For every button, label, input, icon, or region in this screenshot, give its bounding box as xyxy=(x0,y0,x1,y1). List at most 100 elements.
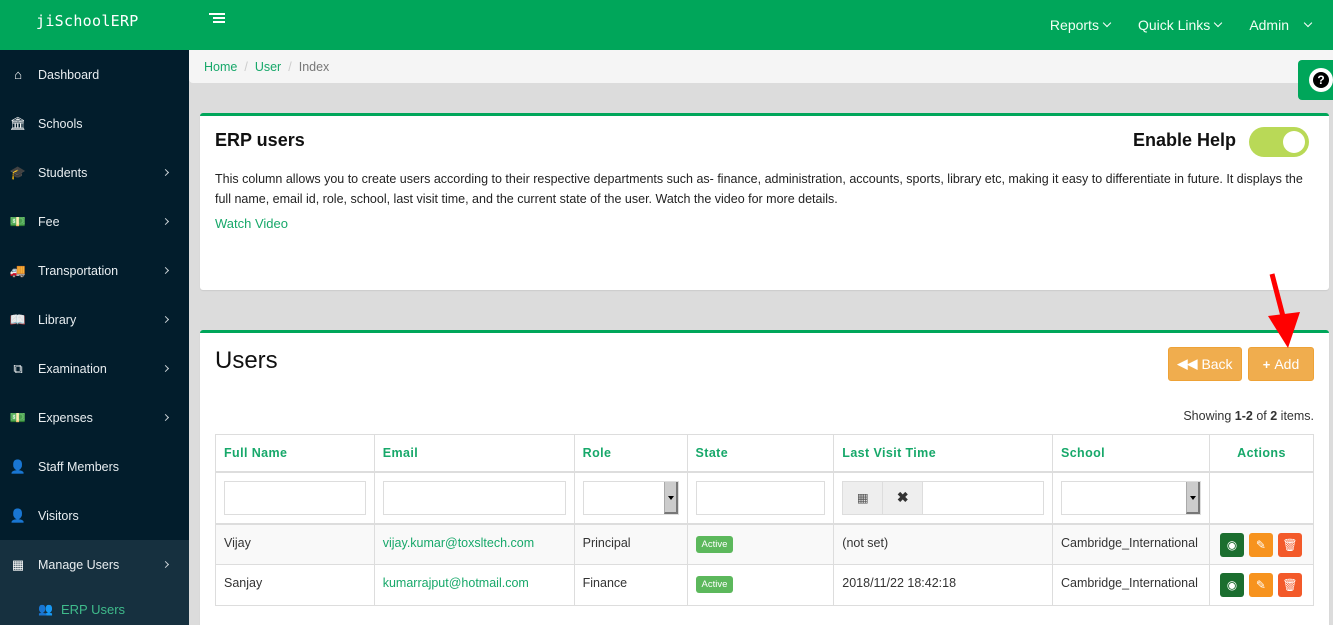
bank-icon: 🏛 xyxy=(9,115,27,131)
col-header-state[interactable]: State xyxy=(686,434,835,473)
cell-last-visit: 2018/11/22 18:42:18 xyxy=(833,564,1053,606)
sidebar-subitem-erp-users[interactable]: 👥 ERP Users xyxy=(0,589,189,625)
user-icon: 👤 xyxy=(9,458,27,474)
filter-state-input[interactable] xyxy=(695,480,826,515)
question-circle-icon: ? xyxy=(1313,72,1329,88)
view-button[interactable]: ◉ xyxy=(1219,532,1244,557)
th-large-icon: ▦ xyxy=(11,556,25,572)
filter-role-select[interactable] xyxy=(582,480,679,515)
delete-button[interactable]: 🗑 xyxy=(1277,532,1302,557)
sidebar-item-label: Dashboard xyxy=(38,67,100,82)
nav-admin-dropdown[interactable]: Admin xyxy=(1235,5,1333,45)
back-button[interactable]: ◀◀ Back xyxy=(1168,347,1242,381)
watch-video-link[interactable]: Watch Video xyxy=(215,216,288,231)
sidebar-item-students[interactable]: 🎓 Students xyxy=(0,148,189,197)
book-icon: 📖 xyxy=(9,311,27,327)
eye-icon: ◉ xyxy=(1226,578,1238,592)
help-description: This column allows you to create users a… xyxy=(215,172,1303,206)
help-panel-title: ERP users xyxy=(215,130,305,150)
cell-actions: ◉ ✎ 🗑 xyxy=(1208,523,1315,565)
filter-last-visit-input[interactable] xyxy=(923,481,1043,514)
help-button[interactable]: ? xyxy=(1298,60,1333,100)
col-header-role[interactable]: Role xyxy=(573,434,688,473)
nav-quick-links-dropdown[interactable]: Quick Links xyxy=(1124,5,1235,45)
app-logo[interactable]: jiSchoolERP xyxy=(36,12,139,30)
sidebar-item-label: Visitors xyxy=(38,508,79,523)
breadcrumb-home[interactable]: Home xyxy=(204,60,237,74)
add-button-label: Add xyxy=(1274,356,1300,372)
chevron-down-icon xyxy=(663,481,678,514)
cell-email-link[interactable]: kumarrajput@hotmail.com xyxy=(373,564,575,606)
filter-last-visit-date: ▦ ✖ xyxy=(842,480,1044,515)
sidebar-item-library[interactable]: 📖 Library xyxy=(0,295,189,344)
chevron-right-icon xyxy=(161,560,170,569)
grid-summary: Showing 1-2 of 2 items. xyxy=(1183,409,1314,423)
sidebar-item-staff-members[interactable]: 👤 Staff Members xyxy=(0,442,189,491)
sidebar-item-label: Examination xyxy=(38,361,107,376)
pencil-icon: ✎ xyxy=(1255,537,1266,552)
table-row: Sanjay kumarrajput@hotmail.com Finance A… xyxy=(215,564,1315,606)
nav-reports-dropdown[interactable]: Reports xyxy=(1036,5,1124,45)
sidebar-item-visitors[interactable]: 👤 Visitors xyxy=(0,491,189,540)
cell-email-link[interactable]: vijay.kumar@toxsltech.com xyxy=(373,523,575,565)
graduation-cap-icon: 🎓 xyxy=(9,164,27,180)
chevron-down-icon xyxy=(1303,18,1313,28)
nav-label: Admin xyxy=(1249,17,1289,33)
col-header-email[interactable]: Email xyxy=(373,434,575,473)
nav-label: Quick Links xyxy=(1137,17,1211,33)
sidebar-item-manage-users[interactable]: ▦ Manage Users xyxy=(0,540,189,589)
users-table: Full Name Email Role State Last Visit Ti… xyxy=(215,434,1315,606)
backward-icon: ◀◀ xyxy=(1177,356,1198,371)
sidebar-item-label: Expenses xyxy=(38,410,93,425)
sidebar-item-fee[interactable]: 💵 Fee xyxy=(0,197,189,246)
cell-role: Principal xyxy=(573,523,688,565)
cell-school: Cambridge_International xyxy=(1051,564,1210,606)
cell-actions: ◉ ✎ 🗑 xyxy=(1208,564,1315,606)
enable-help-label: Enable Help xyxy=(1133,130,1237,150)
toggle-knob xyxy=(1283,131,1305,153)
breadcrumb: Home / User / Index xyxy=(189,50,1333,83)
user-icon: 👤 xyxy=(9,507,27,523)
cell-state: Active xyxy=(686,523,835,565)
col-header-school[interactable]: School xyxy=(1051,434,1210,473)
add-user-button[interactable]: + Add xyxy=(1248,347,1314,381)
col-header-full-name[interactable]: Full Name xyxy=(215,434,375,473)
col-header-last-visit[interactable]: Last Visit Time xyxy=(833,434,1053,473)
filter-full-name-input[interactable] xyxy=(224,480,366,515)
sidebar-item-label: Schools xyxy=(38,116,83,131)
enable-help-toggle[interactable] xyxy=(1249,127,1309,157)
chevron-down-icon xyxy=(1185,481,1200,514)
filter-row: ▦ ✖ xyxy=(215,471,1315,525)
top-navbar: jiSchoolERP Reports Quick Links Admin xyxy=(0,0,1333,50)
cell-last-visit: (not set) xyxy=(833,523,1053,565)
cell-school: Cambridge_International xyxy=(1051,523,1210,565)
breadcrumb-current: Index xyxy=(298,59,330,74)
sidebar-toggle-icon[interactable] xyxy=(209,13,225,27)
calendar-icon[interactable]: ▦ xyxy=(843,481,884,514)
help-panel: ERP users Enable Help This column allows… xyxy=(200,113,1329,290)
view-button[interactable]: ◉ xyxy=(1219,573,1244,597)
sidebar-item-schools[interactable]: 🏛 Schools xyxy=(0,99,189,148)
sidebar-item-label: Students xyxy=(38,165,88,180)
breadcrumb-user[interactable]: User xyxy=(255,60,281,74)
sidebar-item-examination[interactable]: ⧉ Examination xyxy=(0,344,189,393)
sidebar-item-dashboard[interactable]: ⌂ Dashboard xyxy=(0,50,189,99)
clear-date-icon[interactable]: ✖ xyxy=(883,481,924,514)
eye-icon: ◉ xyxy=(1226,537,1238,552)
users-icon: 👥 xyxy=(38,602,53,616)
filter-school-select[interactable] xyxy=(1060,480,1201,515)
edit-button[interactable]: ✎ xyxy=(1248,573,1273,597)
col-header-actions: Actions xyxy=(1208,434,1315,473)
chevron-right-icon xyxy=(161,266,170,275)
sidebar-item-label: Manage Users xyxy=(38,557,120,572)
filter-email-input[interactable] xyxy=(382,480,566,515)
delete-button[interactable]: 🗑 xyxy=(1277,573,1302,597)
table-row: Vijay vijay.kumar@toxsltech.com Principa… xyxy=(215,523,1315,565)
sidebar-item-expenses[interactable]: 💵 Expenses xyxy=(0,393,189,442)
edit-button[interactable]: ✎ xyxy=(1248,532,1273,557)
trash-icon: 🗑 xyxy=(1282,578,1298,592)
chevron-right-icon xyxy=(161,413,170,422)
sidebar-item-transportation[interactable]: 🚚 Transportation xyxy=(0,246,189,295)
chevron-right-icon xyxy=(161,364,170,373)
pencil-icon: ✎ xyxy=(1255,578,1266,592)
